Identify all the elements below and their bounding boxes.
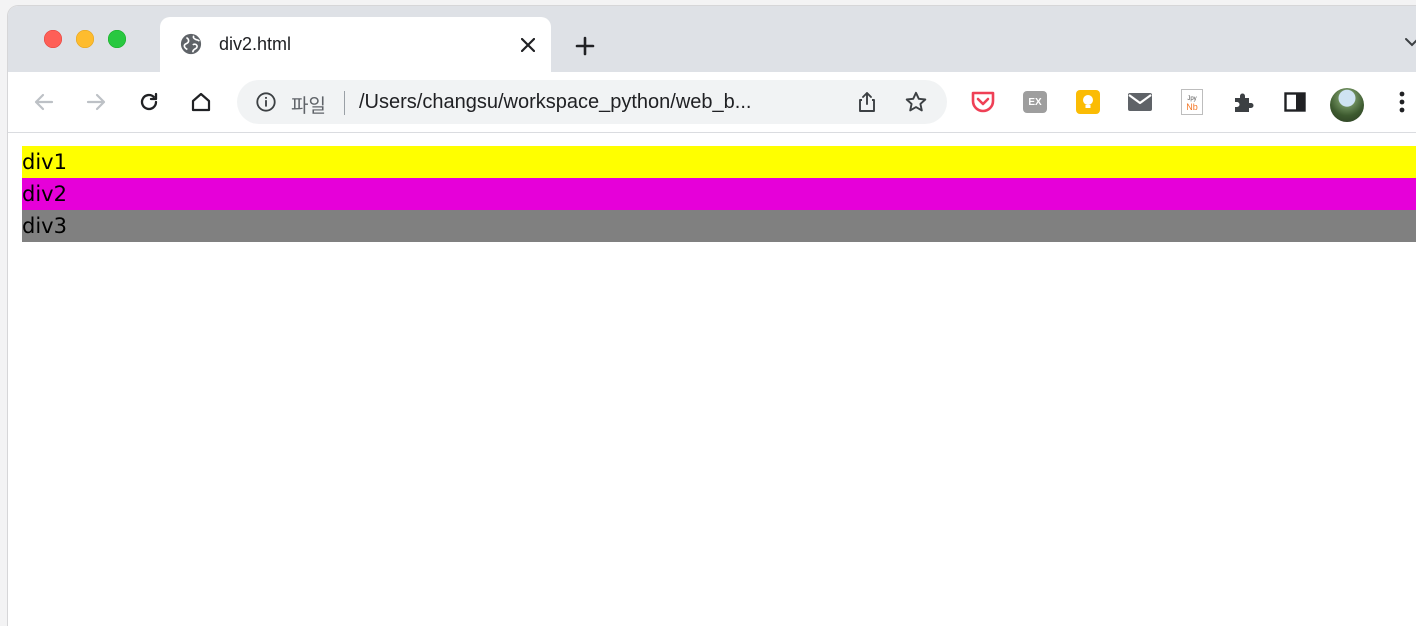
pocket-extension-button[interactable]	[970, 89, 996, 115]
side-panel-icon	[1284, 92, 1306, 112]
div1-block: div1	[22, 146, 1416, 178]
mail-extension-button[interactable]	[1127, 89, 1153, 115]
chevron-down-icon	[1405, 38, 1416, 47]
close-window-button[interactable]	[44, 30, 62, 48]
tab-strip: div2.html	[8, 6, 1416, 72]
ex-extension-button[interactable]: EX	[1022, 89, 1048, 115]
tab-active[interactable]: div2.html	[160, 17, 551, 72]
new-tab-button[interactable]	[570, 31, 600, 61]
jupyter-notebook-icon: Jpy Nb	[1181, 89, 1203, 115]
arrow-right-icon	[86, 93, 106, 111]
back-button[interactable]	[30, 88, 58, 116]
globe-icon	[180, 33, 202, 55]
reload-button[interactable]	[135, 88, 163, 116]
div3-block: div3	[22, 210, 1416, 242]
toolbar: 파일 /Users/changsu/workspace_python/web_b…	[8, 72, 1416, 133]
arrow-left-icon	[34, 93, 54, 111]
page-viewport: div1 div2 div3	[8, 133, 1416, 626]
google-keep-icon	[1076, 90, 1100, 114]
menu-button[interactable]	[1388, 88, 1416, 116]
kebab-menu-icon	[1399, 91, 1405, 113]
scheme-label: 파일	[291, 95, 326, 117]
google-keep-button[interactable]	[1075, 89, 1101, 115]
puzzle-extensions-icon	[1235, 93, 1254, 112]
ex-extension-icon: EX	[1023, 91, 1047, 113]
info-icon[interactable]	[255, 91, 277, 113]
tab-title: div2.html	[219, 34, 292, 54]
bookmark-star-icon[interactable]	[904, 90, 928, 114]
extensions-button[interactable]	[1230, 89, 1256, 115]
close-icon	[521, 38, 535, 52]
minimize-window-button[interactable]	[76, 30, 94, 48]
home-icon	[191, 92, 211, 112]
zoom-window-button[interactable]	[108, 30, 126, 48]
side-panel-button[interactable]	[1282, 89, 1308, 115]
address-divider	[344, 91, 345, 115]
forward-button[interactable]	[82, 88, 110, 116]
pocket-icon	[971, 91, 995, 113]
url-text[interactable]: /Users/changsu/workspace_python/web_b...	[359, 91, 751, 114]
tab-close-button[interactable]	[515, 32, 541, 58]
profile-avatar[interactable]	[1330, 88, 1364, 122]
jupyter-notebook-button[interactable]: Jpy Nb	[1179, 89, 1205, 115]
tab-search-button[interactable]	[1404, 34, 1416, 58]
address-bar[interactable]: 파일 /Users/changsu/workspace_python/web_b…	[237, 80, 947, 124]
browser-window: div2.html 파일 /Users/changsu/workspace_py…	[8, 6, 1416, 626]
home-button[interactable]	[187, 88, 215, 116]
reload-icon	[140, 92, 158, 111]
share-icon[interactable]	[855, 90, 879, 114]
div2-block: div2	[22, 178, 1416, 210]
plus-icon	[575, 36, 595, 56]
mail-icon	[1128, 93, 1152, 111]
